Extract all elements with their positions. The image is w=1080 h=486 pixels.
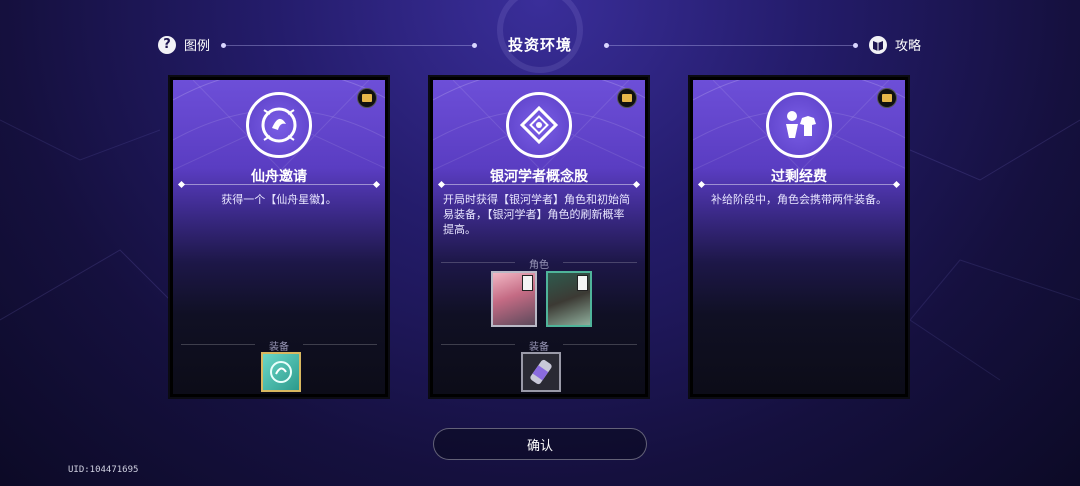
guide-button[interactable]: 攻略 xyxy=(869,35,921,54)
xianzhou-emblem-icon xyxy=(246,92,312,158)
uid-label: UID:104471695 xyxy=(68,465,139,475)
title-divider xyxy=(701,184,897,185)
card-surplus-funds[interactable]: 过剩经费 补给阶段中，角色会携带两件装备。 xyxy=(688,75,910,399)
book-icon[interactable] xyxy=(357,88,377,108)
card-title: 仙舟邀请 xyxy=(251,169,307,185)
book-icon[interactable] xyxy=(617,88,637,108)
guide-label: 攻略 xyxy=(895,39,922,54)
card-title: 过剩经费 xyxy=(771,169,827,185)
character-portrait-1[interactable] xyxy=(491,271,537,327)
header-divider-right xyxy=(604,43,858,48)
battery-icon xyxy=(530,359,552,385)
rarity-tag xyxy=(577,275,588,291)
card-description: 开局时获得【银河学者】角色和初始简易装备，【银河学者】角色的刷新概率提高。 xyxy=(443,193,630,236)
card-xianzhou-invite[interactable]: 仙舟邀请 获得一个【仙舟星徽】。 装备 xyxy=(168,75,390,399)
card-body: 过剩经费 补给阶段中，角色会携带两件装备。 xyxy=(693,80,905,394)
card-description: 补给阶段中，角色会携带两件装备。 xyxy=(711,193,887,206)
title-divider xyxy=(181,184,377,185)
character-section-label: 角色 xyxy=(441,256,637,271)
guide-book-icon xyxy=(869,35,887,54)
equipment-section-label: 装备 xyxy=(441,338,637,353)
title-divider xyxy=(441,184,637,185)
card-description: 获得一个【仙舟星徽】。 xyxy=(221,193,337,206)
character-portrait-2[interactable] xyxy=(546,271,592,327)
card-body: 仙舟邀请 获得一个【仙舟星徽】。 装备 xyxy=(173,80,385,394)
equipment-section-label: 装备 xyxy=(181,338,377,353)
scholar-diamond-icon xyxy=(506,92,572,158)
badge-emblem-icon xyxy=(270,361,292,383)
card-title: 银河学者概念股 xyxy=(490,169,588,185)
rarity-tag xyxy=(522,275,533,291)
people-clothes-icon xyxy=(766,92,832,158)
top-bar: ? 图例 投资环境 攻略 xyxy=(0,28,1080,62)
xianzhou-badge-item[interactable] xyxy=(261,352,301,392)
confirm-button[interactable]: 确认 xyxy=(433,428,647,460)
card-galaxy-scholar[interactable]: 银河学者概念股 开局时获得【银河学者】角色和初始简易装备，【银河学者】角色的刷新… xyxy=(428,75,650,399)
battery-equipment-item[interactable] xyxy=(521,352,561,392)
book-icon[interactable] xyxy=(877,88,897,108)
card-body: 银河学者概念股 开局时获得【银河学者】角色和初始简易装备，【银河学者】角色的刷新… xyxy=(433,80,645,394)
